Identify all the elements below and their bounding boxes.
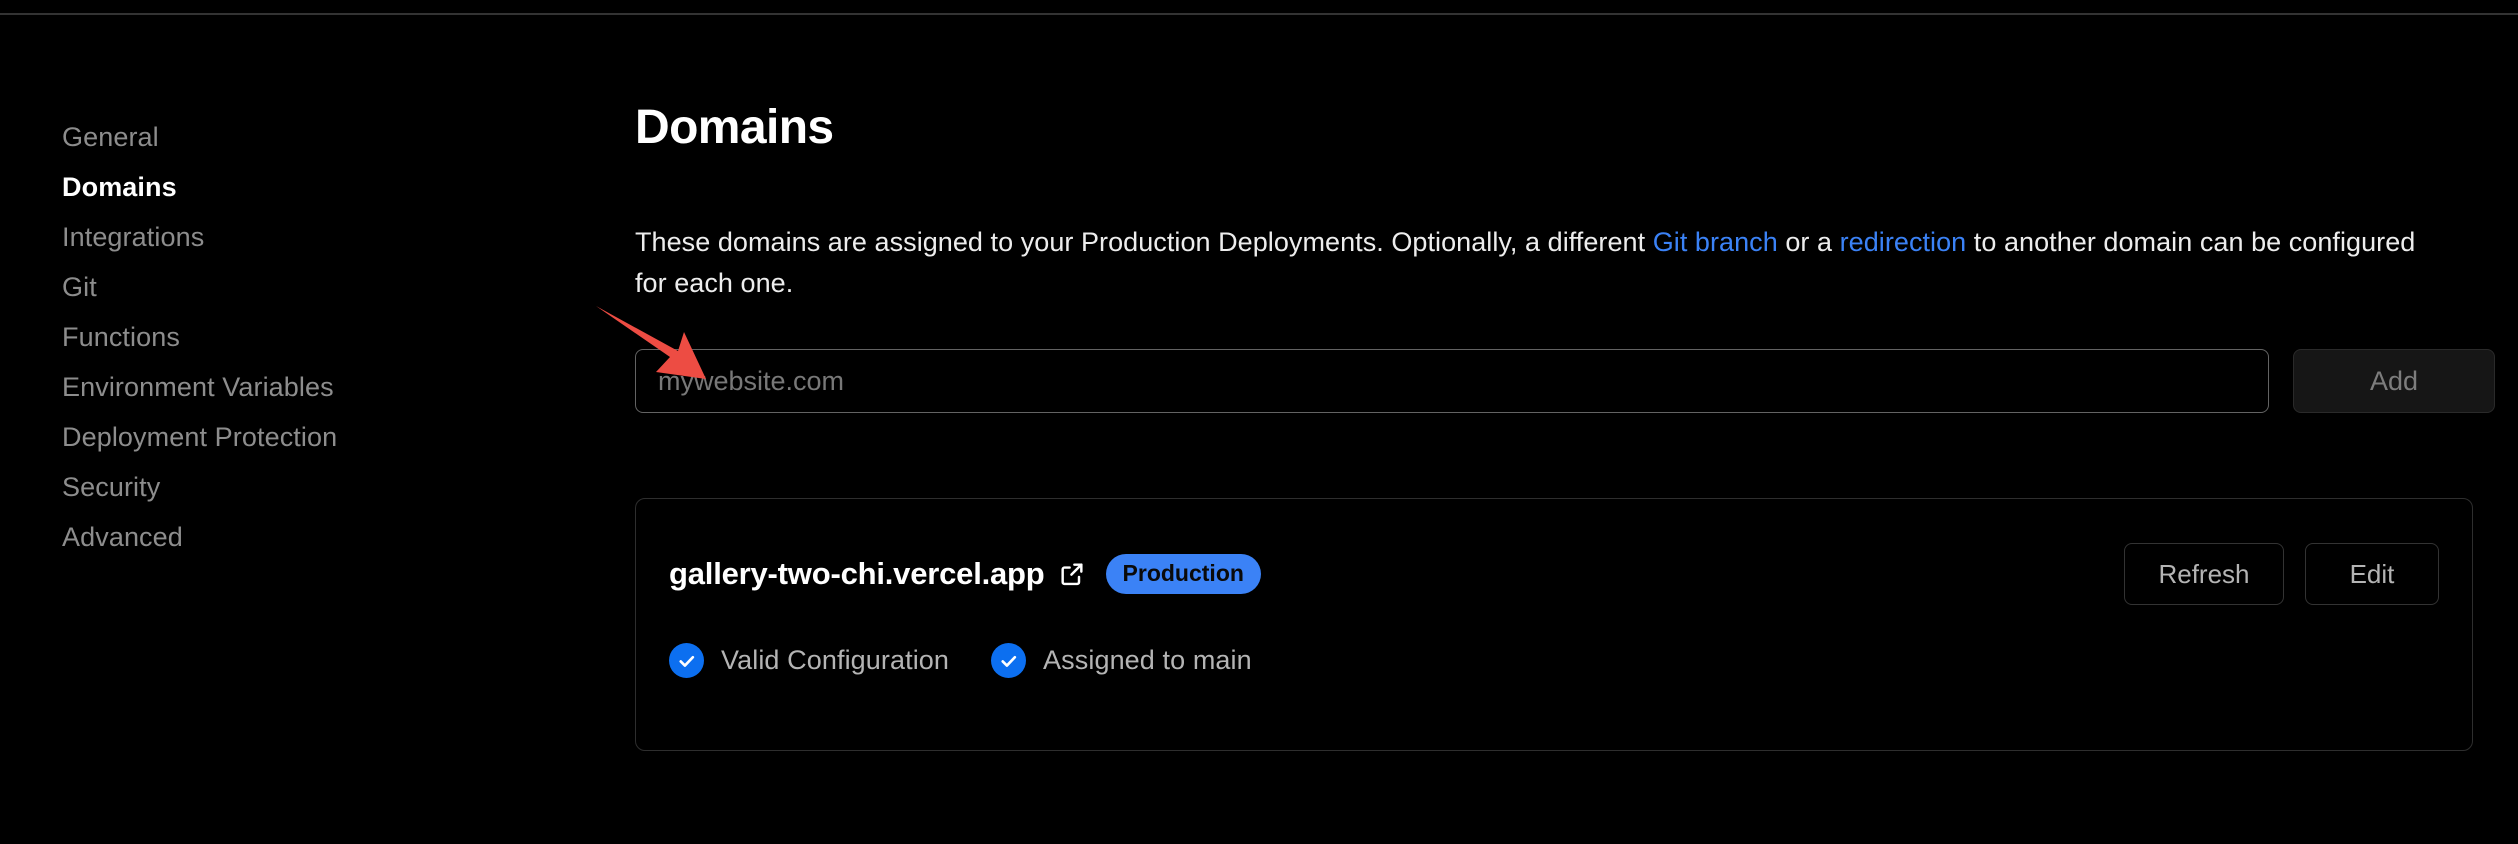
check-icon bbox=[991, 643, 1027, 678]
status-item-valid-configuration: Valid Configuration bbox=[669, 643, 949, 678]
status-item-assigned-to-main: Assigned to main bbox=[991, 643, 1252, 678]
sidebar-item-label: General bbox=[62, 122, 159, 152]
domain-card-header: gallery-two-chi.vercel.app Production Re… bbox=[669, 543, 2439, 605]
add-domain-row: Add bbox=[635, 349, 2495, 413]
sidebar-item-integrations[interactable]: Integrations bbox=[62, 222, 562, 272]
git-branch-link[interactable]: Git branch bbox=[1653, 227, 1778, 257]
refresh-button[interactable]: Refresh bbox=[2124, 543, 2284, 605]
sidebar-item-label: Environment Variables bbox=[62, 372, 334, 402]
sidebar-item-security[interactable]: Security bbox=[62, 472, 562, 522]
sidebar-item-label: Domains bbox=[62, 172, 177, 202]
sidebar-item-label: Deployment Protection bbox=[62, 422, 338, 452]
domain-input[interactable] bbox=[635, 349, 2269, 413]
sidebar-item-domains[interactable]: Domains bbox=[62, 172, 562, 222]
page-description: These domains are assigned to your Produ… bbox=[635, 222, 2445, 304]
domains-settings-page: General Domains Integrations Git Functio… bbox=[0, 0, 2518, 844]
redirection-link[interactable]: redirection bbox=[1840, 227, 1967, 257]
domain-card-actions: Refresh Edit bbox=[2124, 543, 2439, 605]
domain-card-status-list: Valid Configuration Assigned to main bbox=[669, 643, 1252, 678]
domain-card: gallery-two-chi.vercel.app Production Re… bbox=[635, 498, 2473, 751]
sidebar-item-deployment-protection[interactable]: Deployment Protection bbox=[62, 422, 562, 472]
sidebar-item-label: Advanced bbox=[62, 522, 183, 552]
sidebar-item-label: Git bbox=[62, 272, 97, 302]
add-domain-button[interactable]: Add bbox=[2293, 349, 2495, 413]
status-label: Assigned to main bbox=[1043, 645, 1252, 675]
sidebar-item-advanced[interactable]: Advanced bbox=[62, 522, 562, 572]
domain-name: gallery-two-chi.vercel.app bbox=[669, 556, 1045, 591]
status-label: Valid Configuration bbox=[721, 645, 950, 675]
edit-button[interactable]: Edit bbox=[2305, 543, 2439, 605]
sidebar-item-label: Functions bbox=[62, 322, 180, 352]
status-badge-production: Production bbox=[1105, 554, 1261, 594]
sidebar-item-environment-variables[interactable]: Environment Variables bbox=[62, 372, 562, 422]
header-divider bbox=[0, 13, 2518, 15]
description-text-2: or a bbox=[1777, 227, 1840, 257]
sidebar-item-git[interactable]: Git bbox=[62, 272, 562, 322]
check-icon bbox=[669, 643, 704, 678]
page-title: Domains bbox=[635, 101, 834, 154]
sidebar-item-functions[interactable]: Functions bbox=[62, 322, 562, 372]
settings-sidebar: General Domains Integrations Git Functio… bbox=[62, 122, 562, 572]
external-link-icon[interactable] bbox=[1058, 560, 1086, 588]
description-text-1: These domains are assigned to your Produ… bbox=[635, 227, 1653, 257]
sidebar-item-label: Integrations bbox=[62, 222, 205, 252]
sidebar-item-label: Security bbox=[62, 472, 161, 502]
sidebar-item-general[interactable]: General bbox=[62, 122, 562, 172]
